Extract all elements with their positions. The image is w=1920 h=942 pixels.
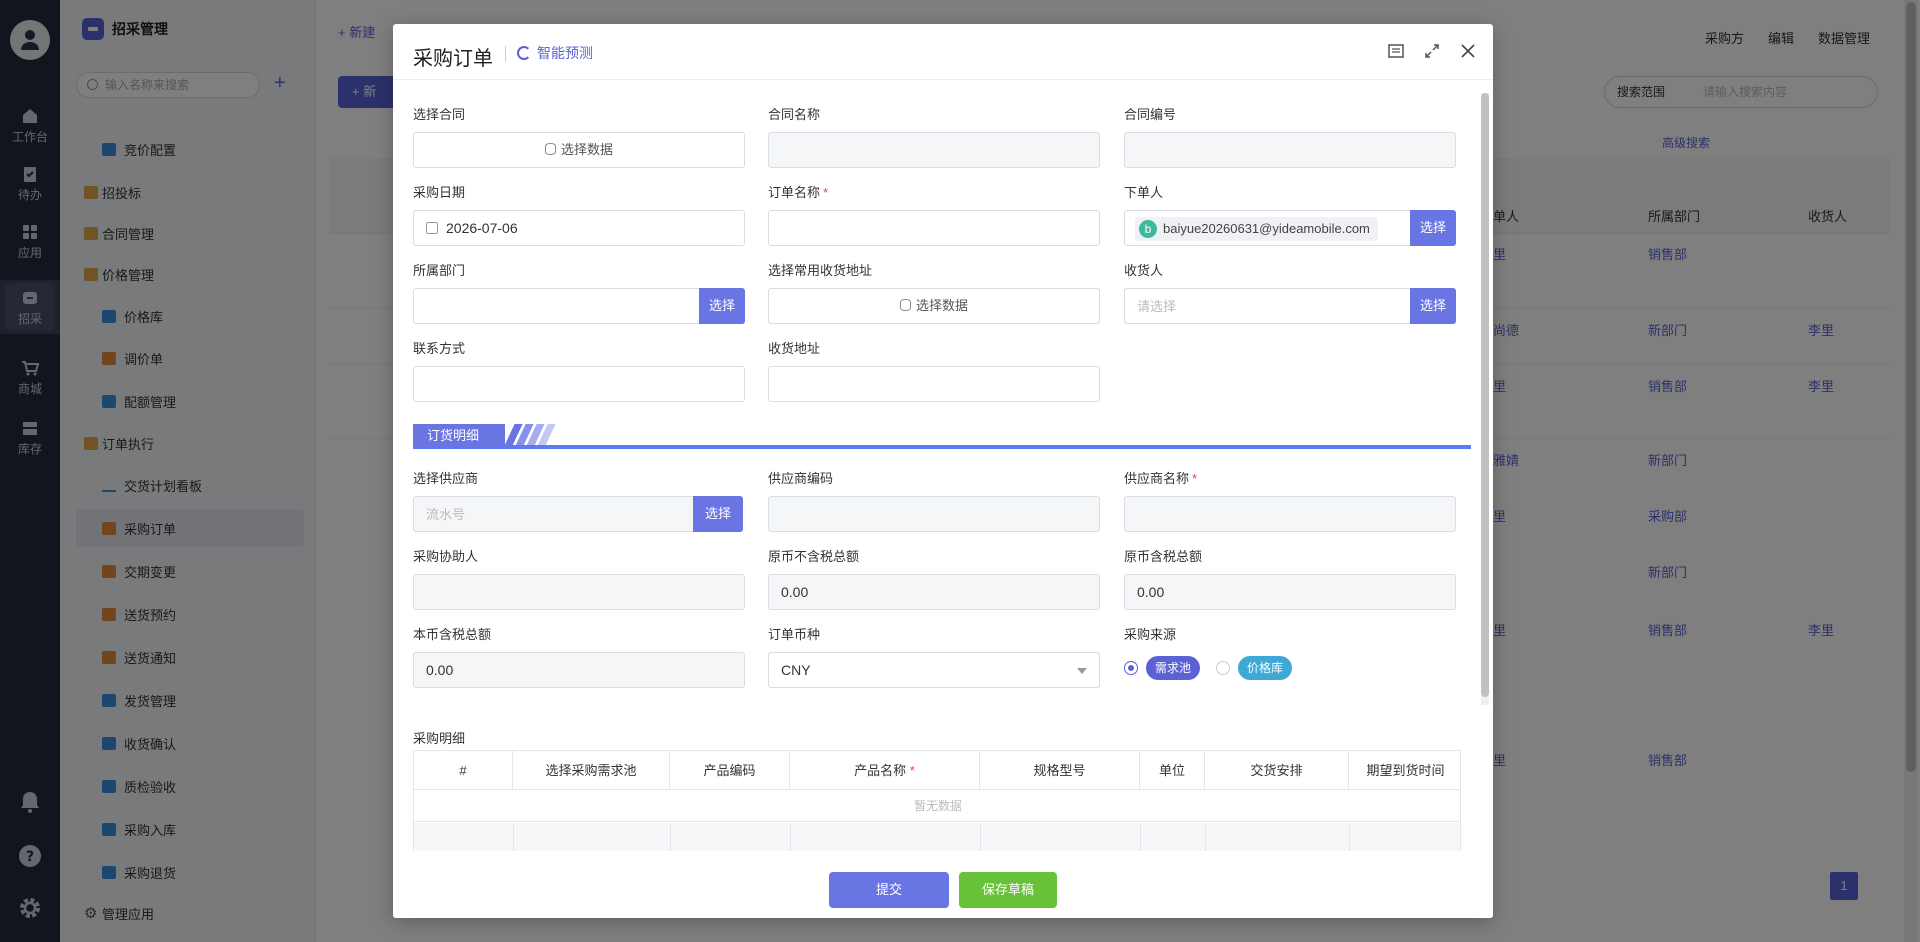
fullscreen-icon[interactable] (1423, 42, 1441, 60)
detail-column-header: 产品编码 (670, 751, 790, 790)
contact-input[interactable] (413, 366, 745, 402)
order-detail-section-header: 订货明细 (413, 424, 1471, 449)
field-address: 收货地址 (768, 339, 1100, 402)
assistant-input[interactable] (413, 574, 745, 610)
field-purchase-date: 采购日期 2026-07-06 (413, 183, 745, 246)
close-icon[interactable] (1459, 42, 1477, 60)
field-orig-excl-tax: 原币不含税总额 0.00 (768, 547, 1100, 610)
calendar-icon (426, 222, 438, 234)
detail-column-header: 选择采购需求池 (513, 751, 670, 790)
detail-column-header: 产品名称 * (790, 751, 980, 790)
detail-column-header: 期望到货时间 (1349, 751, 1460, 790)
receiver-pick-button[interactable]: 选择 (1410, 288, 1456, 324)
orderer-tag: b baiyue20260631@yideamobile.com (1135, 217, 1378, 241)
address-input[interactable] (768, 366, 1100, 402)
field-contract-name: 合同名称 (768, 105, 1100, 168)
field-source: 采购来源 (1124, 627, 1177, 642)
database-icon (899, 299, 911, 311)
source-radio-group: 需求池 价格库 (1124, 656, 1293, 680)
select-address-button[interactable]: 选择数据 (768, 288, 1100, 324)
purchase-order-modal: 采购订单 智能预测 选择合同 选择数据 合同名称 合同编号 采购日期 2026-… (393, 24, 1493, 918)
field-supplier-select: 选择供应商 流水号 选择 (413, 469, 745, 532)
app-root: 工作台 待办 应用 招采 商城 库存 ? (0, 0, 1920, 942)
orig-incl-tax-input[interactable]: 0.00 (1124, 574, 1456, 610)
orderer-pick-button[interactable]: 选择 (1410, 210, 1456, 246)
source-option-price-library[interactable]: 价格库 (1238, 656, 1293, 680)
section-title: 订货明细 (413, 424, 505, 448)
required-mark: * (909, 763, 915, 778)
required-mark: * (1192, 471, 1198, 486)
dept-pick-button[interactable]: 选择 (699, 288, 745, 324)
local-incl-tax-input[interactable]: 0.00 (413, 652, 745, 688)
field-contract-select: 选择合同 选择数据 (413, 105, 745, 168)
field-contact: 联系方式 (413, 339, 745, 402)
detail-column-header: 规格型号 (980, 751, 1140, 790)
orig-excl-tax-input[interactable]: 0.00 (768, 574, 1100, 610)
field-local-incl-tax: 本币含税总额 0.00 (413, 625, 745, 688)
detail-column-header: 交货安排 (1205, 751, 1349, 790)
supplier-name-input[interactable] (1124, 496, 1456, 532)
database-icon (544, 143, 556, 155)
detail-column-header: 单位 (1140, 751, 1205, 790)
select-contract-button[interactable]: 选择数据 (413, 132, 745, 168)
section-underline (413, 445, 1471, 449)
save-draft-button[interactable]: 保存草稿 (959, 872, 1057, 908)
submit-button[interactable]: 提交 (829, 872, 949, 908)
receiver-input[interactable]: 请选择 选择 (1124, 288, 1456, 324)
required-mark: * (823, 185, 829, 200)
user-avatar-badge: b (1139, 220, 1157, 238)
radio-price-library[interactable] (1216, 661, 1231, 675)
purchase-detail-label: 采购明细 (413, 731, 466, 746)
chevron-down-icon (1077, 668, 1087, 674)
contract-name-input[interactable] (768, 132, 1100, 168)
modal-footer: 提交 保存草稿 (393, 856, 1493, 918)
supplier-select-input[interactable]: 流水号 选择 (413, 496, 743, 532)
field-currency: 订单币种 CNY (768, 625, 1100, 688)
orderer-input[interactable]: b baiyue20260631@yideamobile.com 选择 (1124, 210, 1456, 246)
field-address-select: 选择常用收货地址 选择数据 (768, 261, 1100, 324)
supplier-pick-button[interactable]: 选择 (693, 496, 743, 532)
ai-predict-button[interactable]: 智能预测 (517, 43, 593, 63)
field-dept: 所属部门 选择 (413, 261, 745, 324)
table-row (414, 823, 1460, 851)
field-orderer: 下单人 b baiyue20260631@yideamobile.com 选择 (1124, 183, 1456, 246)
field-supplier-name: 供应商名称 * (1124, 469, 1456, 532)
document-view-icon[interactable] (1387, 42, 1405, 60)
title-separator (505, 46, 506, 62)
empty-data-text: 暂无数据 (414, 790, 1460, 822)
field-assistant: 采购协助人 (413, 547, 745, 610)
purchase-detail-table: # 选择采购需求池 产品编码 产品名称 * 规格型号 单位 交货安排 期望到货时… (413, 750, 1461, 851)
modal-scrollbar[interactable] (1481, 93, 1489, 705)
field-contract-no: 合同编号 (1124, 105, 1456, 168)
purchase-date-input[interactable]: 2026-07-06 (413, 210, 745, 246)
modal-title: 采购订单 (413, 48, 493, 70)
modal-header: 采购订单 智能预测 (393, 24, 1493, 80)
field-supplier-code: 供应商编码 (768, 469, 1100, 532)
radio-demand-pool[interactable] (1124, 661, 1138, 675)
supplier-code-input[interactable] (768, 496, 1100, 532)
order-name-input[interactable] (768, 210, 1100, 246)
currency-select[interactable]: CNY (768, 652, 1100, 688)
ai-icon (517, 46, 531, 60)
field-receiver: 收货人 请选择 选择 (1124, 261, 1456, 324)
contract-no-input[interactable] (1124, 132, 1456, 168)
field-orig-incl-tax: 原币含税总额 0.00 (1124, 547, 1456, 610)
dept-input[interactable]: 选择 (413, 288, 745, 324)
modal-window-actions (1387, 42, 1477, 60)
source-option-demand-pool[interactable]: 需求池 (1146, 656, 1201, 680)
detail-column-header: # (414, 751, 513, 790)
modal-body: 选择合同 选择数据 合同名称 合同编号 采购日期 2026-07-06 订单名称… (393, 81, 1493, 851)
field-order-name: 订单名称 * (768, 183, 1100, 246)
